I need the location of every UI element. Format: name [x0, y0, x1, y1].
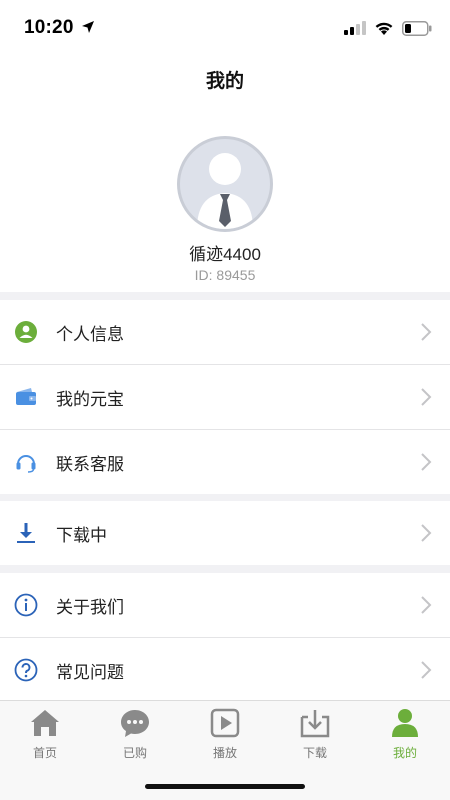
status-icons — [344, 18, 432, 38]
default-avatar-icon — [197, 153, 253, 229]
play-icon — [210, 708, 240, 738]
home-icon — [31, 710, 59, 736]
chat-bubble-icon — [121, 710, 149, 737]
menu-item-about-us[interactable]: 关于我们 — [0, 573, 450, 637]
tab-mine[interactable]: 我的 — [360, 707, 450, 767]
status-time: 10:20 — [24, 17, 95, 39]
section-separator — [0, 292, 450, 300]
menu-item-label: 关于我们 — [56, 597, 124, 617]
menu-item-label: 下载中 — [56, 525, 107, 545]
chevron-right-icon — [421, 323, 432, 341]
tab-label: 下载 — [302, 746, 327, 760]
tab-label: 首页 — [32, 746, 57, 760]
tab-play[interactable]: 播放 — [180, 707, 270, 767]
battery-icon — [402, 20, 432, 36]
status-time-text: 10:20 — [24, 17, 74, 38]
tab-label: 我的 — [392, 746, 417, 760]
profile-section: 循迹4400 ID: 89455 — [0, 120, 450, 292]
menu-item-downloading[interactable]: 下载中 — [0, 501, 450, 565]
menu-item-customer-service[interactable]: 联系客服 — [0, 430, 450, 494]
chevron-right-icon — [421, 596, 432, 614]
chevron-right-icon — [421, 453, 432, 471]
download-tray-icon — [300, 710, 330, 738]
section-separator — [0, 493, 450, 501]
download-icon — [17, 523, 35, 543]
menu-item-label: 常见问题 — [56, 662, 124, 682]
question-icon — [14, 658, 38, 682]
chevron-right-icon — [421, 388, 432, 406]
tab-purchased[interactable]: 已购 — [90, 707, 180, 767]
menu-item-personal-info[interactable]: 个人信息 — [0, 300, 450, 364]
cellular-signal-icon — [344, 21, 366, 35]
menu-item-label: 个人信息 — [56, 324, 124, 344]
tab-home[interactable]: 首页 — [0, 707, 90, 767]
menu-item-faq[interactable]: 常见问题 — [0, 638, 450, 702]
menu-item-label: 我的元宝 — [56, 389, 124, 409]
chevron-right-icon — [421, 524, 432, 542]
avatar[interactable] — [177, 136, 273, 232]
tab-download[interactable]: 下载 — [270, 707, 360, 767]
tab-label: 播放 — [212, 746, 237, 760]
status-bar: 10:20 — [0, 0, 450, 52]
username: 循迹4400 — [189, 245, 261, 264]
section-separator — [0, 565, 450, 573]
headset-icon — [16, 455, 36, 473]
profile-icon — [392, 709, 418, 737]
menu-item-label: 联系客服 — [56, 454, 124, 474]
location-arrow-icon — [82, 21, 95, 33]
info-icon — [14, 593, 38, 617]
wifi-icon — [375, 22, 393, 35]
wallet-icon — [16, 388, 36, 405]
home-indicator — [145, 784, 305, 789]
chevron-right-icon — [421, 661, 432, 679]
user-id: ID: 89455 — [194, 267, 256, 283]
person-icon — [15, 321, 37, 343]
page-title: 我的 — [205, 71, 244, 92]
tab-label: 已购 — [122, 746, 147, 760]
menu-item-my-coins[interactable]: 我的元宝 — [0, 365, 450, 429]
